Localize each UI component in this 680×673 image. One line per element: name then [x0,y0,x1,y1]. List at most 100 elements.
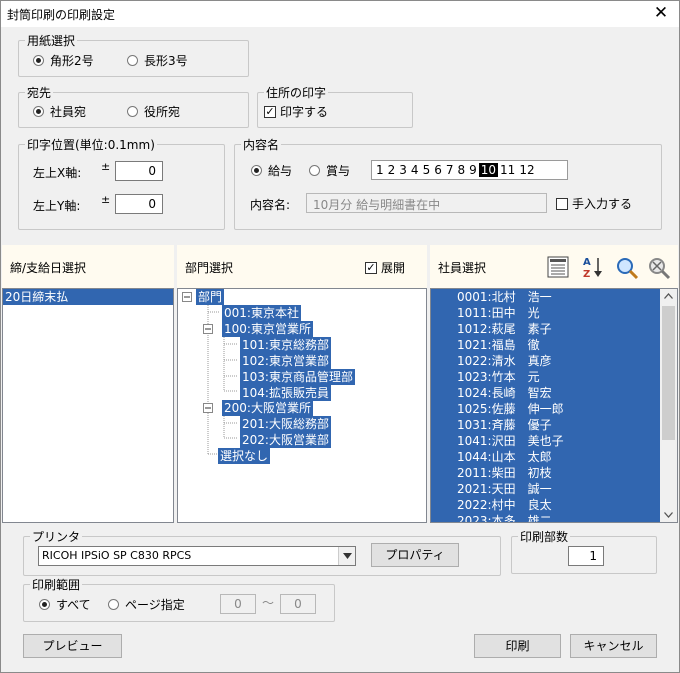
collapse-icon[interactable] [182,292,192,302]
tree-item[interactable]: 102:東京営業部 [240,353,331,369]
tree-item[interactable]: 200:大阪営業所 [222,400,313,416]
printer-legend: プリンタ [30,528,83,545]
search-icon[interactable] [615,256,639,280]
cancel-button[interactable]: キャンセル [570,634,657,658]
preview-button[interactable]: プレビュー [23,634,122,658]
list-item[interactable]: 1022:清水 真彦 [431,353,661,369]
list-item[interactable]: 2021:天田 誠一 [431,481,661,497]
month-1[interactable]: 1 [374,163,386,177]
paper-kaku2-radio[interactable]: 角形2号 [33,52,94,69]
tree-item[interactable]: 選択なし [218,448,271,464]
list-item[interactable]: 2023:本多 雄二 [431,513,661,522]
range-from-input[interactable]: 0 [220,594,256,614]
list-item[interactable]: 0001:北村 浩一 [431,289,661,305]
radio-dot-icon [127,106,138,117]
employee-listbox[interactable]: 0001:北村 浩一 1011:田中 光 1012:萩尾 素子 1021:福島 … [430,288,678,523]
x-sign-label: ± [101,160,111,173]
chevron-down-icon [343,553,352,559]
address-print-group: 住所の印字 ✓ 印字する [257,84,413,128]
list-item[interactable]: 2022:村中 良太 [431,497,661,513]
expand-checkbox[interactable]: ✓ 展開 [365,259,405,276]
tree-item[interactable]: 202:大阪営業部 [240,432,331,448]
scroll-down-icon[interactable] [664,512,673,518]
scroll-up-icon[interactable] [664,293,673,299]
month-2[interactable]: 2 [386,163,398,177]
manual-input-checkbox[interactable]: 手入力する [556,195,632,212]
tree-item[interactable]: 101:東京総務部 [240,337,331,353]
addressee-employee-radio[interactable]: 社員宛 [33,103,86,120]
radio-dot-icon [33,55,44,66]
range-legend: 印刷範囲 [30,576,83,593]
employee-scrollbar[interactable] [660,289,677,522]
dept-header: 部門選択 [185,261,234,275]
list-item[interactable]: 1012:萩尾 素子 [431,321,661,337]
closing-listbox[interactable]: 20日締末払 [2,288,174,523]
closing-pane-header: 締/支給日選択 [2,245,174,289]
dropdown-arrow[interactable] [338,547,355,565]
content-salary-label: 給与 [268,164,293,178]
list-item[interactable]: 1041:沢田 美也子 [431,433,661,449]
sort-az-icon[interactable]: A Z [582,255,604,279]
scroll-thumb[interactable] [662,306,675,440]
address-print-checkbox[interactable]: ✓ 印字する [264,103,328,120]
tree-item[interactable]: 201:大阪総務部 [240,416,331,432]
list-item[interactable]: 1024:長崎 智宏 [431,385,661,401]
x-offset-input[interactable]: 0 [115,161,163,181]
content-group: 内容名 給与 賞与 1 2 3 4 5 6 7 8 9 10 11 12 内容名… [234,136,662,230]
month-11[interactable]: 11 [498,163,517,177]
title-bar: 封筒印刷の印刷設定 ✕ [1,1,679,27]
range-all-radio[interactable]: すべて [39,596,91,613]
month-3[interactable]: 3 [397,163,409,177]
content-name-input[interactable]: 10月分 給与明細書在中 [306,193,547,213]
month-9[interactable]: 9 [467,163,479,177]
svg-text:A: A [583,257,591,268]
range-pages-radio[interactable]: ページ指定 [108,596,185,613]
range-all-label: すべて [56,598,91,612]
paper-naga3-radio[interactable]: 長形3号 [127,52,188,69]
expand-label: 展開 [381,261,406,275]
close-icon[interactable]: ✕ [651,3,671,23]
month-7[interactable]: 7 [444,163,456,177]
list-item[interactable]: 1025:佐藤 伸一郎 [431,401,661,417]
month-8[interactable]: 8 [455,163,467,177]
tree-item[interactable]: 100:東京営業所 [222,321,313,337]
addressee-office-radio[interactable]: 役所宛 [127,103,180,120]
collapse-icon[interactable] [203,324,213,334]
month-6[interactable]: 6 [432,163,444,177]
list-view-icon[interactable] [547,256,569,278]
month-5[interactable]: 5 [421,163,433,177]
properties-button[interactable]: プロパティ [371,543,459,567]
list-item[interactable]: 1021:福島 徹 [431,337,661,353]
list-item[interactable]: 20日締末払 [3,289,173,305]
month-selector[interactable]: 1 2 3 4 5 6 7 8 9 10 11 12 [371,160,568,180]
radio-dot-icon [127,55,138,66]
month-12[interactable]: 12 [517,163,536,177]
printer-select[interactable]: RICOH IPSiO SP C830 RPCS [38,546,356,566]
list-item[interactable]: 1023:竹本 元 [431,369,661,385]
tree-item[interactable]: 103:東京商品管理部 [240,369,355,385]
list-item[interactable]: 1044:山本 太郎 [431,449,661,465]
address-print-label: 印字する [280,105,329,119]
dept-tree[interactable]: 部門 001:東京本社 100:東京営業所 101:東京総務部 102:東京営業… [177,288,427,523]
content-salary-radio[interactable]: 給与 [251,162,292,179]
list-item[interactable]: 2011:柴田 初枝 [431,465,661,481]
month-4[interactable]: 4 [409,163,421,177]
tree-root[interactable]: 部門 [196,289,225,305]
collapse-icon[interactable] [203,403,213,413]
range-tilde: 〜 [262,596,275,610]
y-axis-label: 左上Y軸: [33,199,81,213]
x-axis-label: 左上X軸: [33,166,82,180]
y-offset-input[interactable]: 0 [115,194,163,214]
content-bonus-radio[interactable]: 賞与 [309,162,350,179]
employee-rows: 0001:北村 浩一 1011:田中 光 1012:萩尾 素子 1021:福島 … [431,289,661,522]
copies-input[interactable]: 1 [568,546,604,566]
clear-search-icon[interactable] [647,256,671,280]
list-item[interactable]: 1031:斉藤 優子 [431,417,661,433]
month-10-selected[interactable]: 10 [478,163,499,177]
list-item[interactable]: 1011:田中 光 [431,305,661,321]
tree-item[interactable]: 001:東京本社 [222,305,301,321]
print-button[interactable]: 印刷 [474,634,561,658]
tree-item[interactable]: 104:拡張販売員 [240,385,331,401]
range-to-input[interactable]: 0 [280,594,316,614]
checkmark-icon: ✓ [365,260,377,274]
